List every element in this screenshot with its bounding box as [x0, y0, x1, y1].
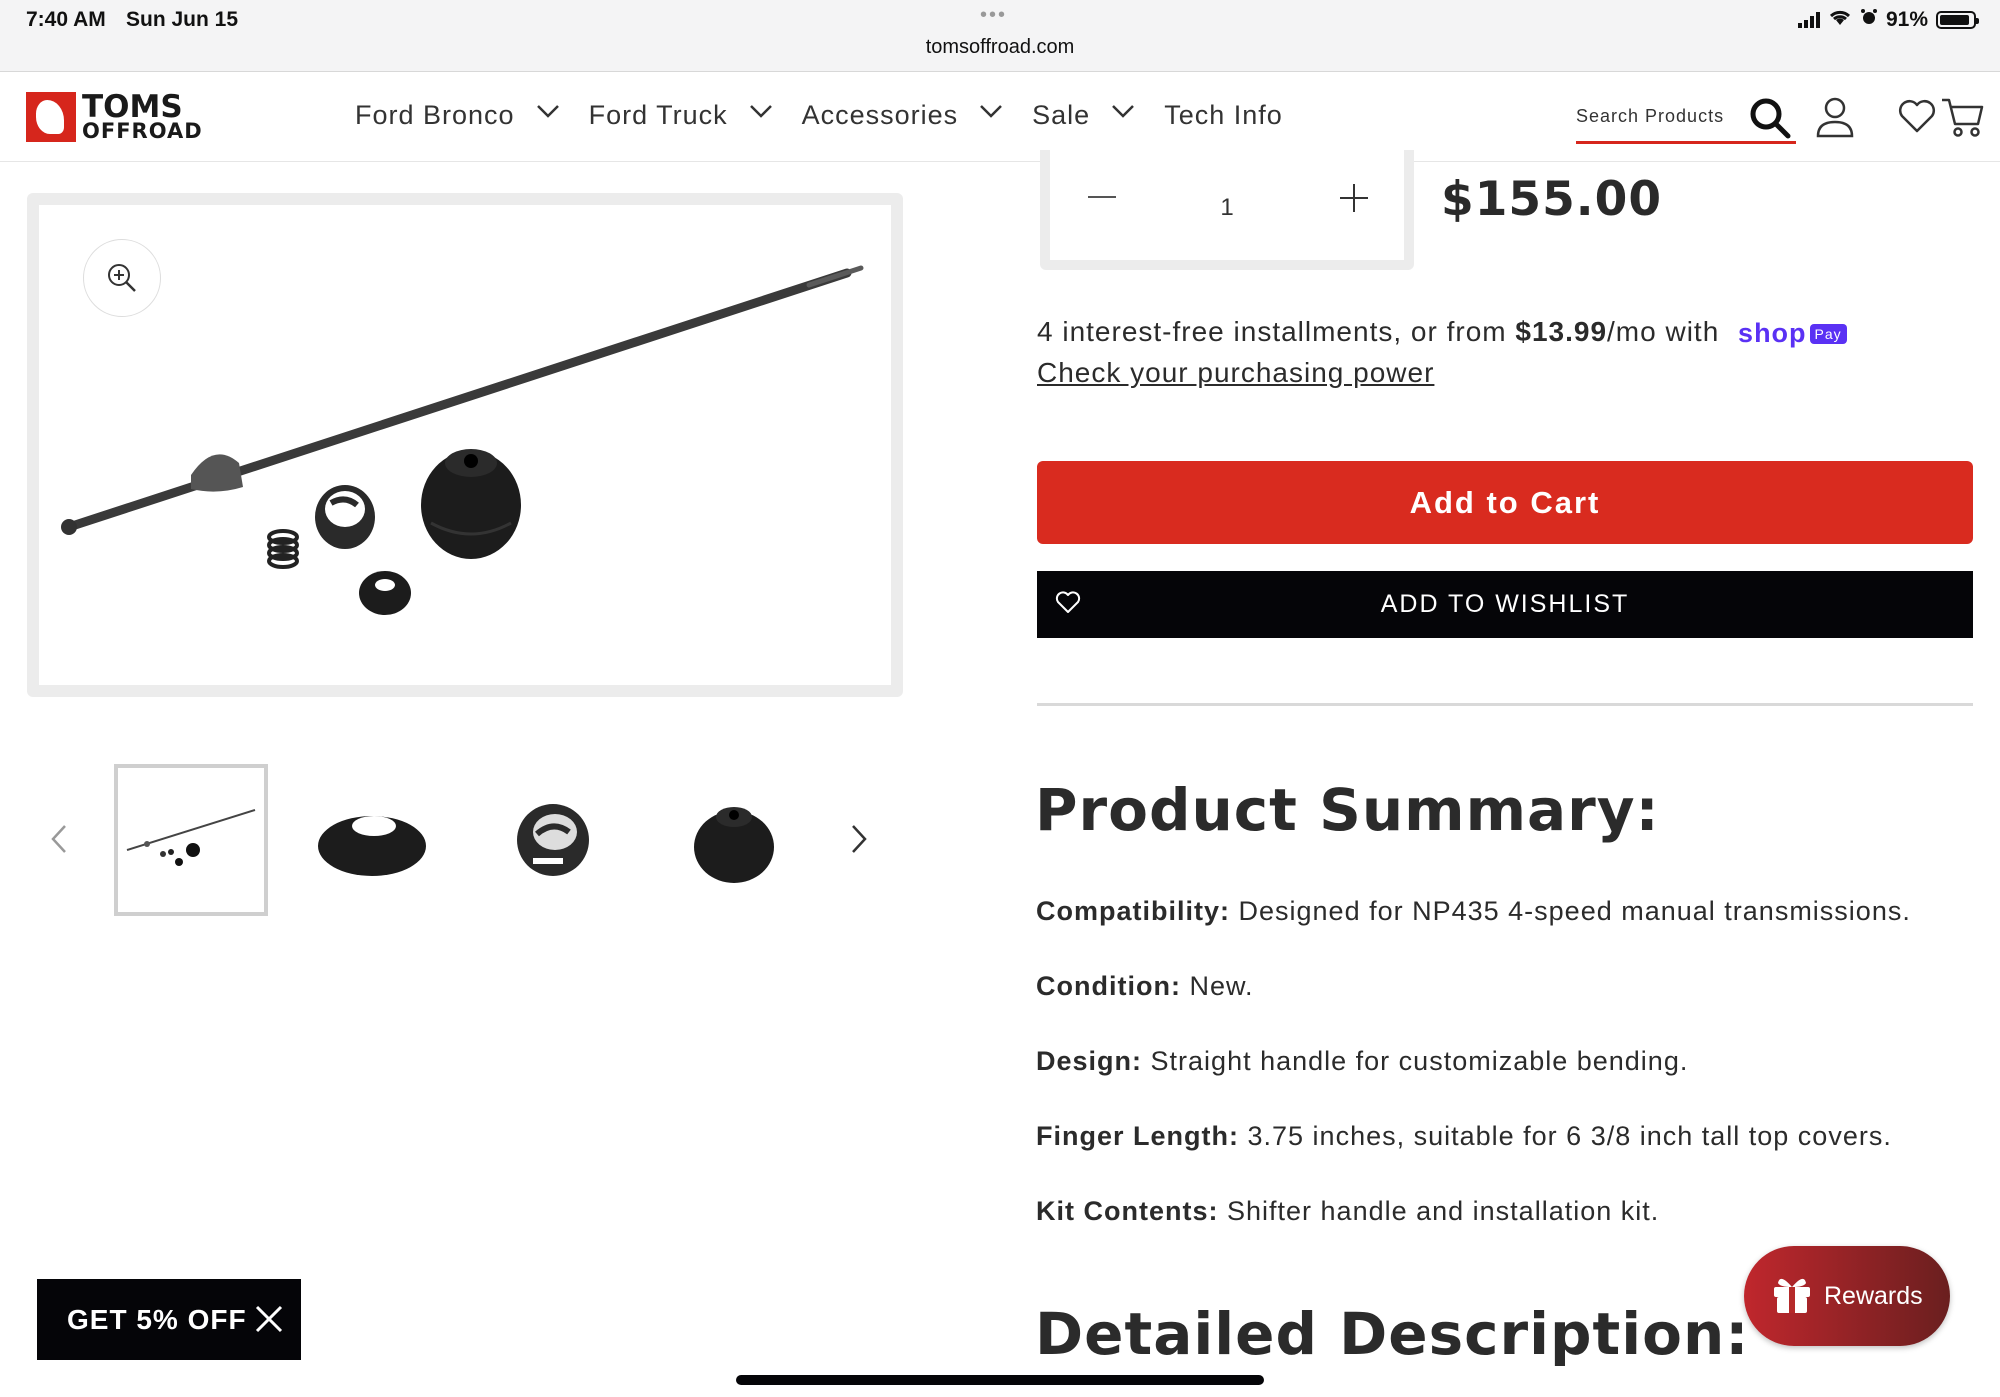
installment-amount: $13.99: [1515, 316, 1608, 347]
spec-kit-contents: Kit Contents: Shifter handle and install…: [1036, 1196, 1660, 1226]
account-icon[interactable]: [1815, 96, 1855, 143]
nav-item-accessories[interactable]: Accessories: [802, 100, 1003, 131]
spec-finger-length: Finger Length: 3.75 inches, suitable for…: [1036, 1121, 1892, 1151]
battery-icon: [1936, 11, 1979, 29]
cellular-signal-icon: [1797, 12, 1820, 28]
alarm-icon: [1860, 8, 1878, 32]
product-main-image[interactable]: [39, 205, 891, 685]
chevron-down-icon: [1112, 104, 1135, 123]
thumb-boot-image: [694, 807, 774, 883]
nav-item-tech-info[interactable]: Tech Info: [1164, 100, 1283, 131]
close-icon[interactable]: [255, 1305, 283, 1340]
thumbnail-4[interactable]: [657, 764, 811, 916]
detailed-description-heading: Detailed Description:: [1035, 1300, 1750, 1368]
quantity-stepper: 1: [1040, 150, 1414, 270]
logo-line-2: OFFROAD: [82, 118, 203, 143]
nav-item-sale[interactable]: Sale: [1032, 100, 1135, 131]
logo-line-1: TOMS: [82, 88, 183, 125]
search-box[interactable]: Search Products: [1576, 94, 1796, 144]
rewards-label: Rewards: [1824, 1281, 1923, 1310]
site-header: TOMS OFFROAD Ford Bronco Ford Truck Acce…: [0, 72, 2000, 162]
quantity-increase-button[interactable]: [1340, 184, 1368, 212]
horse-logo-icon: [26, 92, 76, 142]
wifi-icon: [1828, 8, 1852, 32]
product-price: $155.00: [1441, 172, 1663, 227]
chevron-right-icon[interactable]: [850, 824, 868, 859]
thumb-washer-image: [318, 816, 426, 876]
shop-pay-logo: shop Pay: [1738, 318, 1847, 349]
chevron-down-icon: [980, 104, 1003, 123]
thumbnail-3[interactable]: [476, 764, 630, 916]
product-image-gallery: [27, 193, 903, 697]
wishlist-heart-icon[interactable]: [1897, 98, 1937, 139]
nav-item-ford-truck[interactable]: Ford Truck: [589, 100, 772, 131]
home-indicator[interactable]: [736, 1375, 1264, 1385]
chevron-left-icon[interactable]: [50, 824, 68, 859]
status-time: 7:40 AM: [26, 8, 106, 31]
nav-item-ford-bronco[interactable]: Ford Bronco: [355, 100, 559, 131]
tab-overview-dots-icon[interactable]: •••: [980, 4, 1007, 27]
toms-offroad-logo[interactable]: TOMS OFFROAD: [26, 88, 203, 143]
spec-design: Design: Straight handle for customizable…: [1036, 1046, 1689, 1076]
zoom-in-icon: [108, 264, 136, 292]
product-summary-heading: Product Summary:: [1035, 776, 1660, 844]
search-input[interactable]: Search Products: [1576, 106, 1724, 127]
cart-icon[interactable]: [1940, 96, 1984, 143]
thumb-retainer-image: [517, 804, 589, 876]
add-to-cart-button[interactable]: Add to Cart: [1037, 461, 1973, 544]
zoom-button[interactable]: [83, 239, 161, 317]
chevron-down-icon: [749, 104, 772, 123]
address-bar-url[interactable]: tomsoffroad.com: [0, 36, 2000, 59]
chevron-down-icon: [536, 104, 559, 123]
thumbnail-strip: [40, 762, 900, 918]
gift-icon: [1770, 1271, 1814, 1322]
status-bar: 7:40 AM Sun Jun 15 ••• tomsoffroad.com 9…: [0, 0, 2000, 72]
discount-promo-banner[interactable]: GET 5% OFF: [37, 1279, 301, 1360]
thumbnail-1[interactable]: [114, 764, 268, 916]
installments-text: 4 interest-free installments, or from $1…: [1037, 316, 1847, 349]
heart-icon: [1055, 591, 1081, 622]
spec-compatibility: Compatibility: Designed for NP435 4-spee…: [1036, 896, 1911, 926]
main-nav: Ford Bronco Ford Truck Accessories Sale …: [355, 100, 1317, 131]
status-date: Sun Jun 15: [126, 8, 239, 31]
rewards-button[interactable]: Rewards: [1744, 1246, 1950, 1346]
battery-percent: 91%: [1885, 8, 1928, 31]
add-to-wishlist-button[interactable]: ADD TO WISHLIST: [1037, 571, 1973, 638]
thumbnail-2[interactable]: [295, 764, 449, 916]
spec-condition: Condition: New.: [1036, 971, 1254, 1001]
thumb-shifter-kit-image: [126, 809, 256, 866]
status-indicators: 91%: [1797, 8, 1979, 32]
section-divider: [1037, 703, 1973, 706]
search-icon[interactable]: [1748, 96, 1792, 145]
check-purchasing-power-link[interactable]: Check your purchasing power: [1037, 357, 1434, 389]
promo-label: GET 5% OFF: [67, 1303, 247, 1335]
